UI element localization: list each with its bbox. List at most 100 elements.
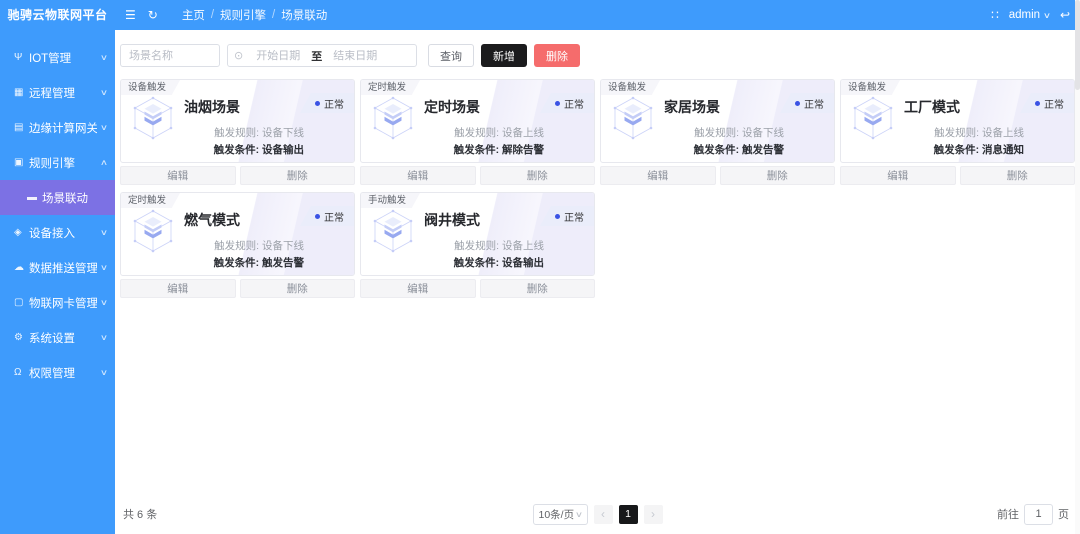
query-button[interactable]: 查询 <box>428 44 474 67</box>
trigger-condition-label: 触发条件: <box>454 257 500 269</box>
sidebar-item-permission[interactable]: Ω 权限管理 ∨ <box>0 355 115 390</box>
edit-button[interactable]: 编辑 <box>360 166 476 185</box>
chevron-down-icon: ∨ <box>1043 11 1051 20</box>
trigger-rule-label: 触发规则: <box>694 127 739 139</box>
main-area: ☰ ↻ 主页 / 规则引擎 / 场景联动 ∷ admin ∨ <box>115 0 1080 534</box>
status-dot-icon <box>1035 101 1040 106</box>
filter-toolbar: ⊙ 至 查询 新增 删除 <box>120 44 1075 67</box>
start-date-input[interactable] <box>247 50 309 62</box>
delete-button[interactable]: 删除 <box>720 166 836 185</box>
trigger-type-tag: 定时触发 <box>361 80 420 95</box>
scene-card-body[interactable]: 设备触发 正常 <box>600 79 835 163</box>
logout-icon[interactable]: ↩ <box>1060 8 1070 22</box>
breadcrumb-item[interactable]: 场景联动 <box>281 7 327 23</box>
breadcrumb-item[interactable]: 主页 <box>182 7 205 23</box>
trigger-condition-label: 触发条件: <box>454 144 500 156</box>
chevron-icon: ∨ <box>100 123 108 132</box>
sidebar-item-data-push[interactable]: ☁ 数据推送管理 ∨ <box>0 250 115 285</box>
edit-button[interactable]: 编辑 <box>360 279 476 298</box>
trigger-condition-label: 触发条件: <box>214 257 260 269</box>
sidebar-item-label: 数据推送管理 <box>29 260 97 276</box>
chevron-icon: ∧ <box>100 158 108 167</box>
sidebar-item-iot-card[interactable]: ▢ 物联网卡管理 ∨ <box>0 285 115 320</box>
delete-button[interactable]: 删除 <box>960 166 1076 185</box>
status-dot-icon <box>315 101 320 106</box>
sidebar-item-device-access[interactable]: ◈ 设备接入 ∨ <box>0 215 115 250</box>
scene-card-body[interactable]: 手动触发 正常 <box>360 192 595 276</box>
sidebar-item-remote-management[interactable]: ▦ 远程管理 ∨ <box>0 75 115 110</box>
app-root: 驰骋云物联网平台 Ψ IOT管理 ∨ ▦ 远程管理 ∨ ▤ 边缘计算网关 ∨ <box>0 0 1080 534</box>
goto-page-input[interactable] <box>1024 504 1053 525</box>
delete-button[interactable]: 删除 <box>480 279 596 298</box>
status-text: 正常 <box>1044 96 1064 111</box>
scene-card-body[interactable]: 定时触发 正常 <box>120 192 355 276</box>
status-text: 正常 <box>324 209 344 224</box>
scene-card-actions: 编辑 删除 <box>120 166 355 185</box>
scrollbar-thumb[interactable] <box>1075 0 1080 90</box>
current-page-button[interactable]: 1 <box>619 505 638 524</box>
chevron-icon: ∨ <box>100 298 108 307</box>
trigger-rule-value: 设备上线 <box>502 240 544 252</box>
end-date-input[interactable] <box>324 50 386 62</box>
trigger-rule-label: 触发规则: <box>454 127 499 139</box>
edit-button[interactable]: 编辑 <box>120 279 236 298</box>
goto-suffix: 页 <box>1058 506 1069 522</box>
scene-card-body[interactable]: 设备触发 正常 <box>120 79 355 163</box>
sidebar-item-edge-gateway[interactable]: ▤ 边缘计算网关 ∨ <box>0 110 115 145</box>
trigger-rule-value: 设备下线 <box>742 127 784 139</box>
date-separator: 至 <box>311 48 322 64</box>
prev-page-button[interactable]: ‹ <box>594 505 613 524</box>
chevron-down-icon: ∨ <box>574 510 582 519</box>
page-size-value: 10条/页 <box>539 507 575 522</box>
sidebar-item-scene-linkage[interactable]: ▬ 场景联动 <box>0 180 115 215</box>
sidebar-item-rule-engine[interactable]: ▣ 规则引擎 ∧ <box>0 145 115 180</box>
trigger-type-tag: 设备触发 <box>841 80 900 95</box>
scene-icon: ▬ <box>27 192 42 203</box>
scene-card-actions: 编辑 删除 <box>360 166 595 185</box>
edit-button[interactable]: 编辑 <box>120 166 236 185</box>
scene-name-input[interactable] <box>120 44 220 67</box>
user-menu[interactable]: admin ∨ <box>1009 9 1050 21</box>
pagination-bar: 共 6 条 10条/页 ∨ ‹ 1 › 前往 页 <box>120 503 1075 525</box>
trigger-rule-value: 设备上线 <box>982 127 1024 139</box>
gateway-icon: ▤ <box>14 122 29 133</box>
chevron-icon: ∨ <box>100 263 108 272</box>
page-size-select[interactable]: 10条/页 ∨ <box>533 504 588 525</box>
scene-card-body[interactable]: 设备触发 正常 <box>840 79 1075 163</box>
delete-button[interactable]: 删除 <box>480 166 596 185</box>
add-button[interactable]: 新增 <box>481 44 527 67</box>
sidebar-item-label: 设备接入 <box>29 225 97 241</box>
scene-card: 定时触发 正常 <box>120 192 355 298</box>
refresh-icon[interactable]: ↻ <box>148 8 158 22</box>
fullscreen-icon[interactable]: ∷ <box>991 8 999 22</box>
pagination-controls: 10条/页 ∨ ‹ 1 › <box>533 504 663 525</box>
edit-button[interactable]: 编辑 <box>600 166 716 185</box>
scrollbar[interactable] <box>1075 0 1080 534</box>
sidebar-item-iot-management[interactable]: Ψ IOT管理 ∨ <box>0 40 115 75</box>
sidebar: 驰骋云物联网平台 Ψ IOT管理 ∨ ▦ 远程管理 ∨ ▤ 边缘计算网关 ∨ <box>0 0 115 534</box>
sidebar-item-system-settings[interactable]: ⚙ 系统设置 ∨ <box>0 320 115 355</box>
delete-button[interactable]: 删除 <box>240 279 356 298</box>
scene-card-actions: 编辑 删除 <box>600 166 835 185</box>
trigger-condition-label: 触发条件: <box>934 144 980 156</box>
date-range-picker[interactable]: ⊙ 至 <box>227 44 417 67</box>
delete-button[interactable]: 删除 <box>240 166 356 185</box>
chevron-icon: ∨ <box>100 228 108 237</box>
scene-card: 设备触发 正常 <box>840 79 1075 185</box>
scene-card: 手动触发 正常 <box>360 192 595 298</box>
status-dot-icon <box>555 101 560 106</box>
sidebar-item-label: 物联网卡管理 <box>29 295 97 311</box>
scene-card: 设备触发 正常 <box>600 79 835 185</box>
sidebar-item-label: 规则引擎 <box>29 155 97 171</box>
next-page-button[interactable]: › <box>644 505 663 524</box>
trigger-rule-label: 触发规则: <box>934 127 979 139</box>
breadcrumb-item[interactable]: 规则引擎 <box>220 7 266 23</box>
edit-button[interactable]: 编辑 <box>840 166 956 185</box>
topbar-right: ∷ admin ∨ ↩ <box>991 8 1070 22</box>
status-dot-icon <box>555 214 560 219</box>
scene-card-body[interactable]: 定时触发 正常 <box>360 79 595 163</box>
sidebar-item-label: 远程管理 <box>29 85 97 101</box>
delete-button[interactable]: 删除 <box>534 44 580 67</box>
hamburger-icon[interactable]: ☰ <box>125 8 136 22</box>
trigger-condition-value: 消息通知 <box>982 144 1024 156</box>
